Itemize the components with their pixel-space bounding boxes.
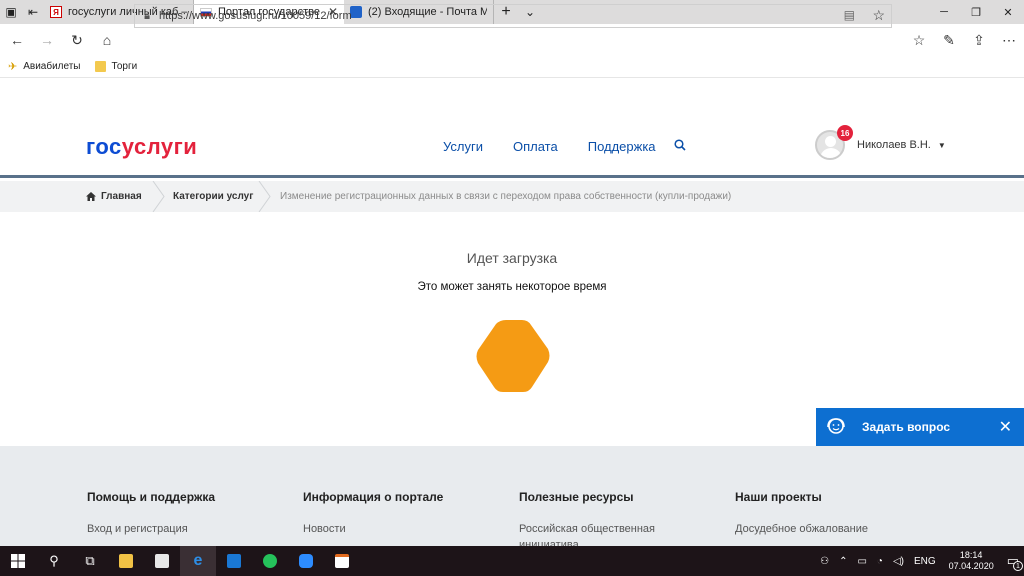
user-menu[interactable]: Николаев В.Н. ▼ (857, 139, 946, 151)
home-icon[interactable]: ⌂ (92, 24, 122, 56)
minimize-icon[interactable]: ─ (928, 0, 960, 24)
browser-nav-bar: ← → ↻ ⌂ (0, 24, 1024, 56)
set-aside-tabs-icon[interactable]: ⇤ (22, 0, 44, 24)
windows-start-icon[interactable] (0, 546, 36, 576)
loading-spinner-icon (476, 320, 550, 392)
yandex-favicon-icon: Я (50, 6, 62, 18)
clock-date: 07.04.2020 (948, 561, 994, 571)
clock-time: 18:14 (959, 550, 983, 560)
footer-link[interactable]: Новости (303, 521, 453, 537)
ask-question-label: Задать вопрос (862, 420, 951, 434)
footer-column-projects: Наши проекты Досудебное обжалование (735, 490, 885, 537)
favorites-bar: ✈ Авиабилеты Торги (0, 56, 1024, 78)
footer-column-help: Помощь и поддержка Вход и регистрация (87, 490, 237, 537)
site-header: госуслуги Услуги Оплата Поддержка 16 Ник… (0, 78, 1024, 178)
breadcrumb-categories[interactable]: Категории услуг (173, 191, 253, 202)
restore-icon[interactable]: ❐ (960, 0, 992, 24)
url-text: https://www.gosuslugi.ru/10059/12/form (159, 10, 352, 22)
windows-taskbar: ⚲ ⧉ e ⚇ ⌃ ▭ ◔ ◁) ENG 18:14 07.04.2020 ▭ 1 (0, 546, 1024, 576)
window-controls: ─ ❐ ✕ (928, 0, 1024, 24)
favorite-label: Торги (111, 61, 138, 72)
search-icon[interactable] (674, 139, 686, 154)
whatsapp-icon[interactable] (252, 546, 288, 576)
footer-link[interactable]: Досудебное обжалование (735, 521, 885, 537)
nav-payment[interactable]: Оплата (513, 139, 558, 154)
home-icon (86, 192, 96, 201)
nav-support[interactable]: Поддержка (588, 139, 656, 154)
loading-subtitle: Это может занять некоторое время (417, 281, 607, 293)
edge-browser-icon[interactable]: e (180, 546, 216, 576)
file-explorer-icon[interactable] (108, 546, 144, 576)
main-nav: Услуги Оплата Поддержка (443, 139, 686, 154)
loading-title: Идет загрузка (466, 250, 558, 266)
notifications-count: 1 (1013, 561, 1023, 571)
lock-icon: 🔒︎ (144, 9, 150, 22)
footer-column-info: Информация о портале Новости (303, 490, 453, 537)
back-icon[interactable]: ← (2, 24, 32, 56)
breadcrumb: Главная Категории услуг Изменение регист… (0, 181, 1024, 212)
footer-column-resources: Полезные ресурсы Российская общественная… (519, 490, 669, 553)
breadcrumb-separator (258, 181, 271, 212)
close-window-icon[interactable]: ✕ (992, 0, 1024, 24)
tab-actions-icon[interactable]: ▣ (0, 0, 22, 24)
notes-pen-icon[interactable]: ✎ (934, 24, 964, 56)
system-tray: ⚇ ⌃ ▭ ◔ ◁) ENG 18:14 07.04.2020 ▭ 1 (815, 546, 1024, 576)
refresh-icon[interactable]: ↻ (62, 24, 92, 56)
forward-icon[interactable]: → (32, 24, 62, 56)
footer-heading: Полезные ресурсы (519, 490, 634, 504)
gosuslugi-logo[interactable]: госуслуги (86, 134, 197, 160)
mail-app-icon[interactable] (216, 546, 252, 576)
search-icon[interactable]: ⚲ (36, 546, 72, 576)
nav-services[interactable]: Услуги (443, 139, 483, 154)
network-icon[interactable]: ▭ (857, 556, 866, 567)
caret-down-icon: ▼ (937, 141, 946, 150)
share-icon[interactable]: ⇪ (964, 24, 994, 56)
action-center-icon[interactable]: ▭ 1 (1007, 553, 1023, 571)
notification-badge[interactable]: 16 (837, 125, 853, 141)
breadcrumb-home[interactable]: Главная (86, 191, 142, 202)
store-icon[interactable] (144, 546, 180, 576)
reading-view-icon[interactable]: ▤ (844, 8, 855, 22)
document-app-icon[interactable] (324, 546, 360, 576)
footer-link[interactable]: Вход и регистрация (87, 521, 237, 537)
site-footer: Помощь и поддержка Вход и регистрация Ин… (0, 446, 1024, 551)
favorite-torgi[interactable]: Торги (94, 61, 138, 72)
ask-question-button[interactable]: Задать вопрос ✕ (816, 408, 1024, 446)
zoom-icon[interactable] (288, 546, 324, 576)
task-view-icon[interactable]: ⧉ (72, 546, 108, 576)
support-agent-icon (827, 418, 845, 434)
clock[interactable]: 18:14 07.04.2020 (949, 550, 994, 572)
user-name: Николаев В.Н. (857, 139, 931, 151)
favorite-aviabilety[interactable]: ✈ Авиабилеты (8, 60, 81, 73)
volume-icon[interactable]: ◁) (893, 556, 904, 567)
plane-icon: ✈ (8, 61, 18, 73)
wifi-icon[interactable]: ◔ (877, 556, 883, 567)
chevron-up-icon[interactable]: ⌃ (839, 556, 847, 567)
people-icon[interactable]: ⚇ (820, 556, 829, 567)
favorite-label: Авиабилеты (23, 61, 81, 72)
footer-heading: Наши проекты (735, 490, 822, 504)
favorites-hub-icon[interactable]: ☆ (904, 24, 934, 56)
folder-icon (94, 61, 106, 72)
address-bar[interactable]: 🔒︎ https://www.gosuslugi.ru/10059/12/for… (134, 4, 892, 28)
close-icon[interactable]: ✕ (999, 417, 1012, 437)
language-indicator[interactable]: ENG (914, 556, 936, 567)
more-menu-icon[interactable]: ⋯ (994, 24, 1024, 56)
footer-heading: Информация о портале (303, 490, 444, 504)
breadcrumb-current: Изменение регистрационных данных в связи… (280, 191, 732, 202)
footer-heading: Помощь и поддержка (87, 490, 216, 504)
breadcrumb-separator (152, 181, 165, 212)
browser-toolbar-right: ☆ ✎ ⇪ ⋯ (904, 24, 1024, 56)
favorite-star-icon[interactable]: ☆ (872, 7, 885, 24)
